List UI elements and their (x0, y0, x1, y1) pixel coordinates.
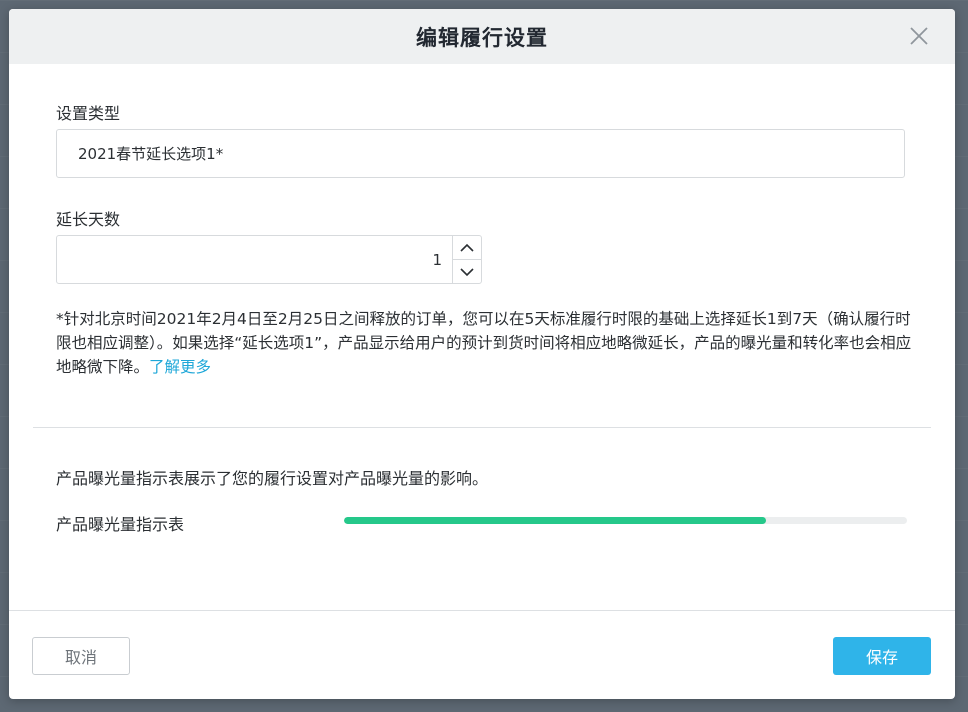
section-divider (33, 427, 931, 428)
learn-more-link[interactable]: 了解更多 (149, 358, 211, 376)
cancel-button[interactable]: 取消 (32, 637, 130, 675)
dialog-header: 编辑履行设置 (9, 9, 955, 64)
setting-type-label: 设置类型 (56, 100, 120, 124)
extend-days-stepper (56, 235, 482, 284)
footer-divider (9, 610, 955, 611)
increment-button[interactable] (453, 236, 481, 259)
exposure-indicator-bar (344, 517, 907, 524)
stepper-controls (452, 236, 481, 283)
exposure-indicator-fill (344, 517, 766, 524)
exposure-description: 产品曝光量指示表展示了您的履行设置对产品曝光量的影响。 (56, 465, 488, 489)
exposure-indicator-label: 产品曝光量指示表 (56, 511, 184, 535)
setting-type-input[interactable] (56, 129, 905, 178)
extension-note: *针对北京时间2021年2月4日至2月25日之间释放的订单，您可以在5天标准履行… (56, 307, 916, 379)
close-icon[interactable] (909, 26, 929, 46)
decrement-button[interactable] (453, 259, 481, 283)
chevron-down-icon (460, 267, 474, 277)
chevron-up-icon (460, 243, 474, 253)
edit-fulfillment-dialog: 编辑履行设置 设置类型 延长天数 *针对北京时间2021年2月 (9, 9, 955, 699)
save-button[interactable]: 保存 (833, 637, 931, 675)
extend-days-input[interactable] (57, 236, 452, 283)
extend-days-label: 延长天数 (56, 206, 120, 230)
dialog-title: 编辑履行设置 (416, 22, 548, 52)
